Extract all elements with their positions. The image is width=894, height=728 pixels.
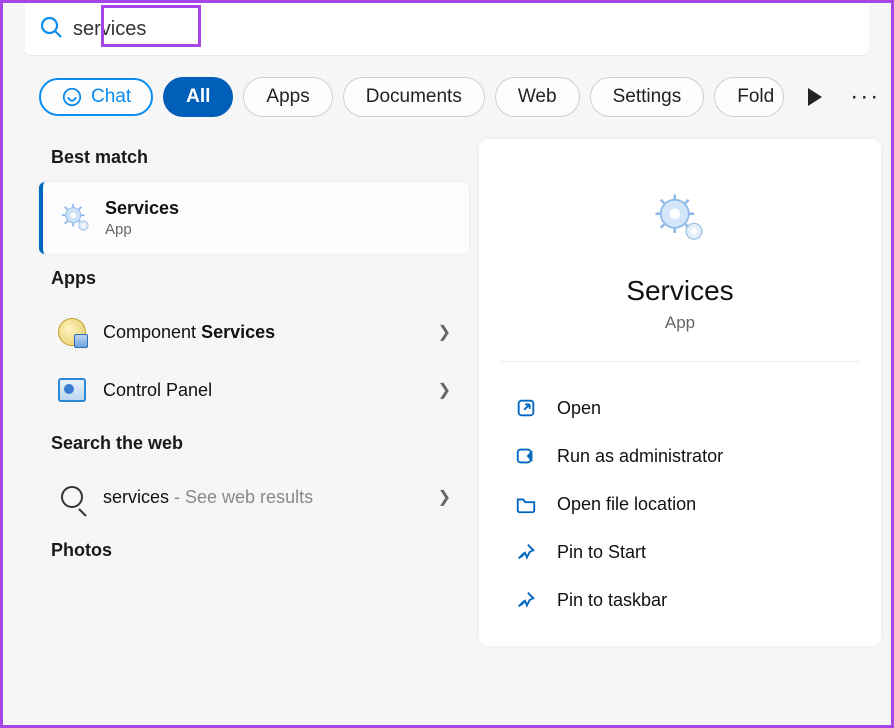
web-result-label: services - See web results [103, 487, 422, 508]
filter-settings[interactable]: Settings [590, 77, 705, 117]
chevron-right-icon: ❯ [438, 322, 451, 342]
shield-icon [515, 445, 537, 467]
search-bar [25, 3, 869, 55]
action-pin-start[interactable]: Pin to Start [507, 528, 853, 576]
folder-icon [515, 493, 537, 515]
control-panel-icon [57, 375, 87, 405]
search-input[interactable] [73, 18, 855, 41]
photos-header: Photos [39, 526, 469, 575]
services-large-icon [652, 191, 708, 247]
filter-web[interactable]: Web [495, 77, 580, 117]
filter-row: Chat All Apps Documents Web Settings Fol… [3, 55, 891, 133]
results-column: Best match Services App Apps Component S… [39, 133, 469, 646]
details-subtitle: App [519, 313, 841, 333]
filter-chat-label: Chat [91, 86, 131, 108]
search-icon [57, 482, 87, 512]
pin-icon [515, 541, 537, 563]
best-match-subtitle: App [105, 221, 179, 238]
action-pin-taskbar[interactable]: Pin to taskbar [507, 576, 853, 624]
scroll-right-icon[interactable] [808, 88, 822, 106]
chevron-right-icon: ❯ [438, 487, 451, 507]
web-result[interactable]: services - See web results ❯ [39, 468, 469, 526]
app-result-component-services[interactable]: Component Services ❯ [39, 303, 469, 361]
action-open-location[interactable]: Open file location [507, 480, 853, 528]
filter-apps[interactable]: Apps [243, 77, 332, 117]
component-services-icon [57, 317, 87, 347]
app-result-label: Control Panel [103, 380, 422, 401]
action-list: Open Run as administrator Open file loca… [479, 362, 881, 646]
open-icon [515, 397, 537, 419]
chevron-right-icon: ❯ [438, 380, 451, 400]
services-icon [61, 203, 91, 233]
filter-documents[interactable]: Documents [343, 77, 485, 117]
best-match-result[interactable]: Services App [39, 182, 469, 254]
search-web-header: Search the web [39, 419, 469, 468]
search-icon [39, 15, 63, 44]
pin-icon [515, 589, 537, 611]
filter-all[interactable]: All [163, 77, 233, 117]
details-title: Services [519, 275, 841, 307]
more-icon[interactable]: ··· [850, 83, 880, 111]
action-open[interactable]: Open [507, 384, 853, 432]
best-match-title: Services [105, 198, 179, 219]
filter-chat[interactable]: Chat [39, 78, 153, 116]
filter-folders[interactable]: Folders [714, 77, 784, 117]
app-result-control-panel[interactable]: Control Panel ❯ [39, 361, 469, 419]
app-result-label: Component Services [103, 322, 422, 343]
details-panel: Services App Open Run as administrator O… [479, 139, 881, 646]
action-run-admin[interactable]: Run as administrator [507, 432, 853, 480]
details-header: Services App [499, 139, 861, 362]
best-match-header: Best match [39, 133, 469, 182]
apps-header: Apps [39, 254, 469, 303]
